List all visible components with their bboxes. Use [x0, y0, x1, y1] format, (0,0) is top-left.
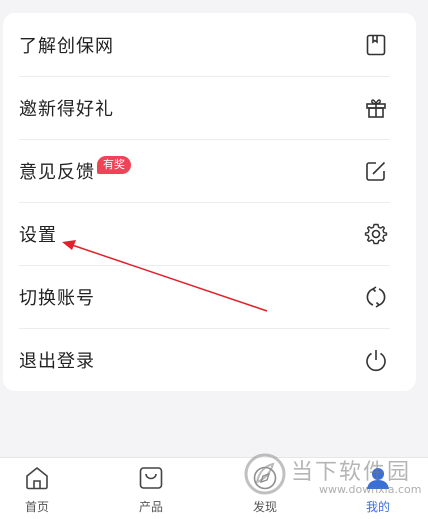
- bottom-tab-bar: 首页 产品 发现 我的: [0, 457, 428, 519]
- edit-icon: [366, 161, 386, 181]
- gift-icon: [366, 98, 386, 118]
- bookmark-icon: [366, 34, 386, 55]
- gear-icon: [364, 223, 388, 244]
- tab-label: 我的: [365, 500, 390, 514]
- menu-item-label: 邀新得好礼: [19, 98, 114, 120]
- tab-label: 产品: [138, 500, 163, 514]
- tab-discover[interactable]: 发现: [235, 458, 295, 519]
- menu-item-label: 设置: [19, 224, 57, 246]
- menu-item-label: 退出登录: [19, 350, 95, 372]
- tab-products[interactable]: 产品: [121, 458, 181, 519]
- tab-label: 发现: [252, 500, 277, 514]
- menu-item-about[interactable]: 了解创保网: [19, 13, 390, 77]
- tab-home[interactable]: 首页: [7, 458, 67, 519]
- tab-mine[interactable]: 我的: [348, 458, 408, 519]
- menu-item-switch-account[interactable]: 切换账号: [19, 265, 390, 329]
- menu-item-label: 了解创保网: [19, 35, 114, 57]
- power-icon: [366, 349, 386, 371]
- menu-item-label: 意见反馈: [19, 161, 95, 183]
- menu-card: 了解创保网 邀新得好礼 意见反馈 有奖 设置 切换账号 退出登录: [3, 13, 416, 391]
- reward-badge: 有奖: [97, 156, 131, 174]
- compass-icon: [253, 466, 277, 490]
- menu-item-settings[interactable]: 设置: [19, 202, 390, 266]
- home-icon: [26, 467, 48, 490]
- tab-label: 首页: [24, 500, 49, 514]
- menu-item-feedback[interactable]: 意见反馈 有奖: [19, 139, 390, 203]
- bag-icon: [139, 467, 163, 489]
- menu-item-invite[interactable]: 邀新得好礼: [19, 76, 390, 140]
- switch-icon: [366, 285, 386, 308]
- menu-item-logout[interactable]: 退出登录: [19, 328, 390, 391]
- person-icon: [367, 468, 389, 489]
- menu-item-label: 切换账号: [19, 287, 95, 309]
